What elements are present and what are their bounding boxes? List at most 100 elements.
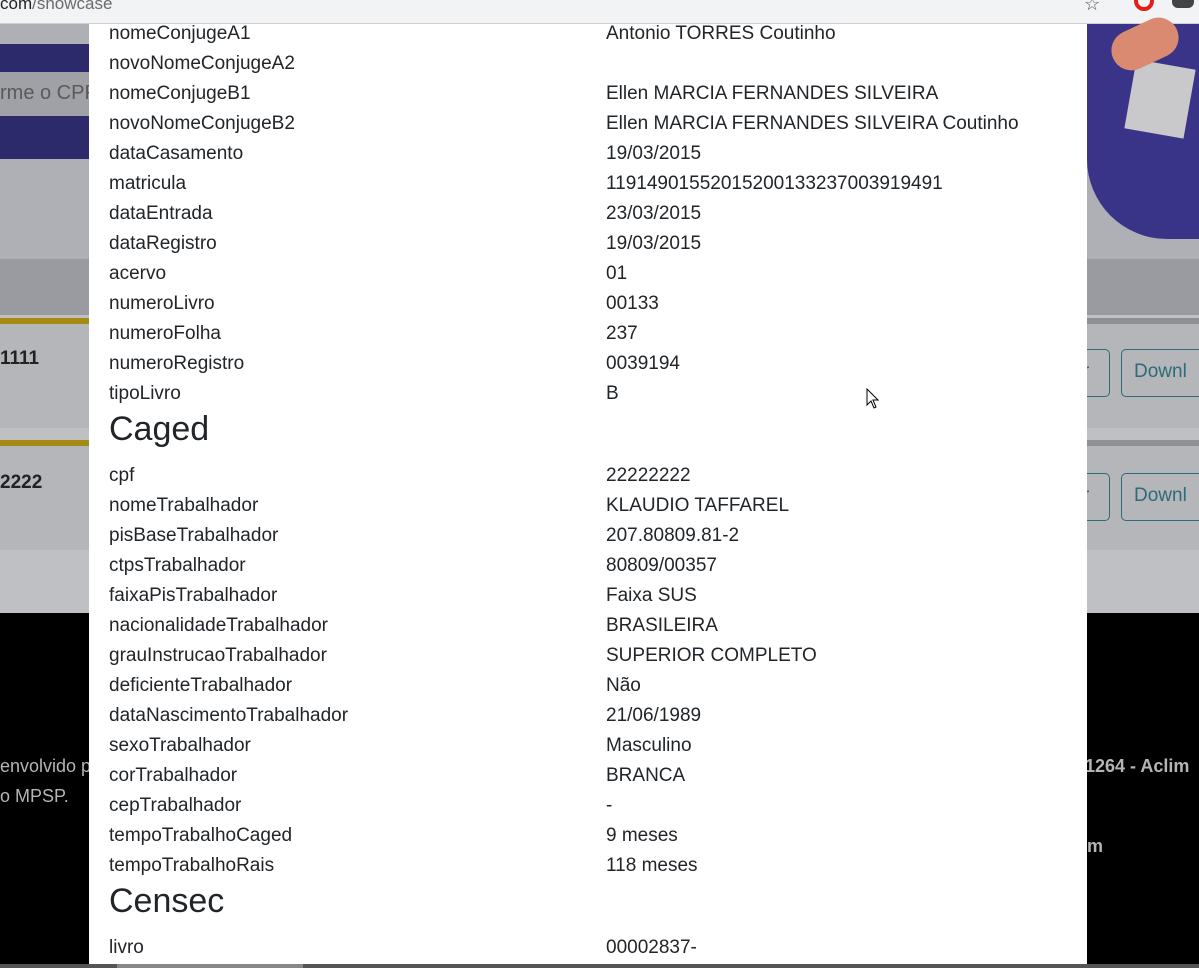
field-label: tempoTrabalhoCaged bbox=[109, 825, 293, 846]
detail-row: acervo 01 bbox=[109, 259, 1069, 289]
address-bar[interactable]: com/showcase bbox=[0, 0, 112, 14]
detail-row: nomeTrabalhador KLAUDIO TAFFAREL bbox=[109, 491, 1069, 521]
cpf-search-input[interactable]: rme o CPF bbox=[0, 72, 95, 116]
footer-contact: m bbox=[1087, 836, 1104, 856]
detail-row: dataRegistro 19/03/2015 bbox=[109, 229, 1069, 259]
field-label: numeroFolha bbox=[109, 323, 221, 344]
field-label: numeroRegistro bbox=[109, 353, 245, 374]
mouse-cursor-icon bbox=[866, 388, 880, 409]
field-value: - bbox=[606, 795, 613, 816]
detail-row: cepTrabalhador - bbox=[109, 791, 1069, 821]
field-value: Masculino bbox=[606, 735, 692, 756]
detail-row: tipoLivro B bbox=[109, 379, 1069, 409]
field-label: matricula bbox=[109, 173, 187, 194]
field-value: 23/03/2015 bbox=[606, 203, 702, 224]
field-label: numeroLivro bbox=[109, 293, 215, 314]
detail-row: numeroLivro 00133 bbox=[109, 289, 1069, 319]
url-path: /showcase bbox=[32, 0, 113, 13]
card-number: 1111 bbox=[0, 348, 40, 369]
field-label: livro bbox=[109, 937, 144, 958]
field-label: grauInstrucaoTrabalhador bbox=[109, 645, 327, 666]
field-label: tipoLivro bbox=[109, 383, 181, 404]
detail-row: nacionalidadeTrabalhador BRASILEIRA bbox=[109, 611, 1069, 641]
footer-text: o MPSP. bbox=[0, 786, 69, 806]
browser-toolbar: com/showcase ☆ bbox=[0, 0, 1199, 24]
field-value: BRANCA bbox=[606, 765, 686, 786]
field-value: 22222222 bbox=[606, 465, 691, 486]
download-button[interactable]: Downl bbox=[1121, 473, 1199, 521]
footer-text: envolvido p bbox=[0, 756, 92, 776]
detail-row: dataNascimentoTrabalhador 21/06/1989 bbox=[109, 701, 1069, 731]
detail-row: tempoTrabalhoCaged 9 meses bbox=[109, 821, 1069, 851]
detail-row: tempoTrabalhoRais 118 meses bbox=[109, 851, 1069, 881]
field-value: 00002837- bbox=[606, 937, 697, 958]
detail-row: novoNomeConjugeA2 bbox=[109, 49, 1069, 79]
field-value: Não bbox=[606, 675, 641, 696]
detail-row: novoNomeConjugeB2 Ellen MARCIA FERNANDES … bbox=[109, 109, 1069, 139]
field-value: 21/06/1989 bbox=[606, 705, 702, 726]
details-modal: nomeConjugeA1 Antonio TORRES Coutinho novo… bbox=[89, 24, 1087, 964]
field-value: Antonio TORRES Coutinho bbox=[606, 24, 836, 44]
detail-row: corTrabalhador BRANCA bbox=[109, 761, 1069, 791]
card-accent bbox=[0, 318, 90, 324]
detail-row: cpf 22222222 bbox=[109, 461, 1069, 491]
field-value: 118 meses bbox=[606, 855, 698, 876]
card-accent-right bbox=[1087, 318, 1199, 324]
field-label: dataCasamento bbox=[109, 143, 244, 164]
field-label: ctpsTrabalhador bbox=[109, 555, 246, 576]
field-value: Ellen MARCIA FERNANDES SILVEIRA Coutinho bbox=[606, 113, 1019, 134]
card-number: 2222 bbox=[0, 472, 43, 493]
field-label: cepTrabalhador bbox=[109, 795, 242, 816]
field-label: dataNascimentoTrabalhador bbox=[109, 705, 349, 726]
taskbar-strip bbox=[0, 964, 1199, 968]
field-value: 237 bbox=[606, 323, 638, 344]
detail-row: dataCasamento 19/03/2015 bbox=[109, 139, 1069, 169]
profile-extension-icon[interactable] bbox=[1172, 0, 1194, 8]
field-value: 01 bbox=[606, 263, 628, 284]
detail-row: numeroRegistro 0039194 bbox=[109, 349, 1069, 379]
detail-row: sexoTrabalhador Masculino bbox=[109, 731, 1069, 761]
field-value: KLAUDIO TAFFAREL bbox=[606, 495, 790, 516]
field-label: novoNomeConjugeB2 bbox=[109, 113, 295, 134]
field-label: dataRegistro bbox=[109, 233, 217, 254]
section-title-censec: Censec bbox=[109, 882, 225, 920]
field-label: nomeConjugeB1 bbox=[109, 83, 251, 104]
detail-row: numeroFolha 237 bbox=[109, 319, 1069, 349]
field-value: Faixa SUS bbox=[606, 585, 697, 606]
field-label: nomeConjugeA1 bbox=[109, 24, 251, 44]
field-label: pisBaseTrabalhador bbox=[109, 525, 279, 546]
field-value: 207.80809.81-2 bbox=[606, 525, 740, 546]
url-domain: com bbox=[0, 0, 33, 13]
taskbar-segment bbox=[117, 964, 303, 968]
card-accent bbox=[0, 440, 90, 446]
detail-row: nomeConjugeA1 Antonio TORRES Coutinho bbox=[109, 24, 1069, 49]
detail-row: pisBaseTrabalhador 207.80809.81-2 bbox=[109, 521, 1069, 551]
illustration-paper bbox=[1124, 59, 1196, 139]
detail-row: matricula 119149015520152001332370039194​… bbox=[109, 169, 1069, 199]
bookmark-star-icon[interactable]: ☆ bbox=[1084, 0, 1100, 15]
detail-row: livro 00002837- bbox=[109, 933, 1069, 963]
field-value: 9 meses bbox=[606, 825, 678, 846]
download-button[interactable]: Downl bbox=[1121, 349, 1199, 397]
detail-row: dataEntrada 23/03/2015 bbox=[109, 199, 1069, 229]
field-value: 0039194 bbox=[606, 353, 680, 374]
field-value: 119149015520152001332370039194​91 bbox=[606, 173, 943, 194]
field-value: 19/03/2015 bbox=[606, 233, 702, 254]
field-value: Ellen MARCIA FERNANDES SILVEIRA bbox=[606, 83, 939, 104]
opera-extension-icon[interactable] bbox=[1134, 0, 1154, 11]
detail-row: deficienteTrabalhador Não bbox=[109, 671, 1069, 701]
detail-row: nomeConjugeB1 Ellen MARCIA FERNANDES SILV… bbox=[109, 79, 1069, 109]
field-label: deficienteTrabalhador bbox=[109, 675, 293, 696]
field-label: tempoTrabalhoRais bbox=[109, 855, 275, 876]
detail-row: grauInstrucaoTrabalhador SUPERIOR COMPLET… bbox=[109, 641, 1069, 671]
field-label: nomeTrabalhador bbox=[109, 495, 259, 516]
field-value: 19/03/2015 bbox=[606, 143, 702, 164]
field-value: SUPERIOR COMPLETO bbox=[606, 645, 817, 666]
field-label: nacionalidadeTrabalhador bbox=[109, 615, 329, 636]
field-label: cpf bbox=[109, 465, 135, 486]
field-value: BRASILEIRA bbox=[606, 615, 718, 636]
field-label: faixaPisTrabalhador bbox=[109, 585, 278, 606]
footer-address: 1264 - Aclim bbox=[1085, 756, 1190, 776]
field-label: sexoTrabalhador bbox=[109, 735, 251, 756]
field-value: 80809/00357 bbox=[606, 555, 717, 576]
